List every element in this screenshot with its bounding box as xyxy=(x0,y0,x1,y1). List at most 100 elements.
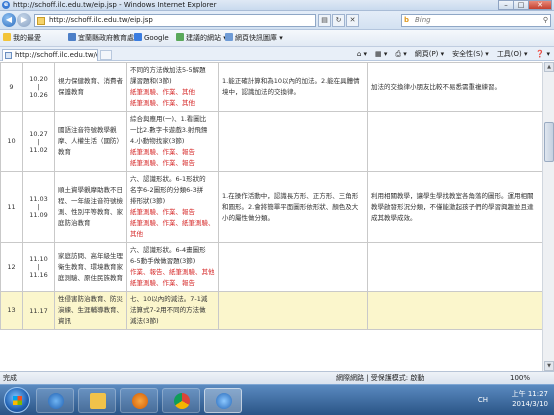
command-bar: ⌂ ▾ ▦ ▾ ⎙ ▾ 網頁(P) ▾ 安全性(S) ▾ 工具(O) ▾ ❓ ▾ xyxy=(357,49,550,59)
assessment-line: 紙筆測驗、作業、其他 xyxy=(130,88,195,96)
date-to: 11.09 xyxy=(29,211,48,219)
tab-page-icon xyxy=(5,52,12,59)
back-button[interactable]: ◀ xyxy=(2,13,16,27)
tab-row: http://schoff.ilc.edu.tw/eip.jsp ⌂ ▾ ▦ ▾… xyxy=(0,47,554,61)
row-method xyxy=(367,111,542,172)
vertical-scrollbar[interactable]: ▲ ▼ xyxy=(542,62,554,371)
web-slice-icon xyxy=(225,33,233,41)
row-topic: 國語注音符號教學觀摩、人權生活（國防）教育 xyxy=(54,111,127,172)
search-input[interactable]: b Bing ⚲ xyxy=(401,14,551,27)
row-method: 利用相關教學，讓學生學找教室各角落的圖形。運用相關教學啟發形況分類，不僅能激起孩… xyxy=(367,171,542,243)
favorites-button[interactable]: 我的最愛 xyxy=(3,33,41,43)
assessment-line: 作業、報告、紙筆測驗、其他 xyxy=(130,268,215,276)
url-input[interactable]: http://schoff.ilc.edu.tw/eip.jsp xyxy=(34,14,316,27)
row-content: 不同的方法做加法5-5解題 課習題和(3節) 紙筆測驗、作業、其他 紙筆測驗、作業、其… xyxy=(126,62,219,112)
taskbar-explorer[interactable] xyxy=(78,388,116,413)
title-bar: e http://schoff.ilc.edu.tw/eip.jsp - Win… xyxy=(0,0,554,11)
start-button[interactable] xyxy=(4,387,30,413)
row-content: 綜合與應用(一)、1.看圖比 一比2.數字卡遊戲3.射飛鏢 4.小動物找家(3節) 紙… xyxy=(126,111,219,172)
address-bar: ◀ ▶ http://schoff.ilc.edu.tw/eip.jsp ▤ ↻… xyxy=(0,11,554,30)
row-number: 10 xyxy=(0,111,23,172)
row-method xyxy=(367,242,542,292)
feeds-icon[interactable]: ▦ ▾ xyxy=(375,49,387,59)
google-icon xyxy=(134,33,142,41)
content-line: 不同的方法做加法5-5解題 xyxy=(130,66,206,74)
row-method: 加法的交換律小朋友比較不易悉需重複練習。 xyxy=(367,62,542,112)
row-number: 13 xyxy=(0,291,23,330)
row-content: 六、認識形狀。6-4畫圖形 6-5動手做做習題(3節) 作業、報告、紙筆測驗、其他紙… xyxy=(126,242,219,292)
row-goal: 1.在操作活動中，認識長方形、正方形、三角形和圓形。2.會將簡單平面圖形依形狀、… xyxy=(218,171,368,243)
safety-menu[interactable]: 安全性(S) ▾ xyxy=(452,49,489,59)
help-menu[interactable]: ❓ ▾ xyxy=(536,49,550,59)
favorite-link-ilc[interactable]: 宜蘭縣政府教育處 xyxy=(68,33,134,43)
tab-eip[interactable]: http://schoff.ilc.edu.tw/eip.jsp xyxy=(2,49,98,61)
page-menu[interactable]: 網頁(P) ▾ xyxy=(415,49,444,59)
row-date-range: 11.10 | 11.16 xyxy=(22,242,55,292)
window-title: http://schoff.ilc.edu.tw/eip.jsp - Windo… xyxy=(13,1,217,9)
date-separator: | xyxy=(37,203,40,211)
lang-indicator[interactable]: CH xyxy=(478,396,488,404)
forward-button[interactable]: ▶ xyxy=(17,13,31,27)
content-line: 4.小動物找家(3節) xyxy=(130,137,185,145)
scroll-up-icon[interactable]: ▲ xyxy=(544,62,554,72)
assessment-line: 紙筆測驗、作業、報告 xyxy=(130,159,195,167)
new-tab-button[interactable] xyxy=(100,50,112,60)
date-from: 11.10 xyxy=(29,255,48,263)
zoom-level[interactable]: 100% xyxy=(510,372,530,384)
ie-logo-icon: e xyxy=(2,1,10,9)
taskbar-ie-active[interactable] xyxy=(204,388,242,413)
assessment-line: 紙筆測驗、作業、報告 xyxy=(130,148,195,156)
taskbar-chrome[interactable] xyxy=(162,388,200,413)
date-from: 11.03 xyxy=(29,195,48,203)
page-content: 9 10.20 | 10.26 視力保健教育、消費者保護教育 不同的方法做加法5-5解題課… xyxy=(0,62,542,371)
compatibility-view-icon[interactable]: ▤ xyxy=(318,14,331,27)
tray-icons[interactable]: CH xyxy=(478,396,488,404)
scroll-down-icon[interactable]: ▼ xyxy=(544,361,554,371)
refresh-icon[interactable]: ↻ xyxy=(332,14,345,27)
row-topic: 順土資學觀摩助教不日程、一年級注音符號檢測、性別平等教育、家庭防治教育 xyxy=(54,171,127,243)
home-icon[interactable]: ⌂ ▾ xyxy=(357,49,367,59)
row-goal xyxy=(218,111,368,172)
table-row: 12 11.10 | 11.16 家庭訪問、高年級生理衛生教育、環境教育家庭測驗、原住民… xyxy=(0,242,542,292)
scroll-thumb[interactable] xyxy=(544,122,554,162)
windows-logo-icon xyxy=(13,396,22,405)
url-text: http://schoff.ilc.edu.tw/eip.jsp xyxy=(49,16,153,24)
site-icon xyxy=(68,33,76,41)
favorite-link-google[interactable]: Google xyxy=(134,33,169,43)
content-line: 名字6-2圖形的分類6-3拼 xyxy=(130,186,204,194)
print-icon[interactable]: ⎙ ▾ xyxy=(395,49,406,59)
row-goal: 1.能正確計算和為10以內的加法。2.能在具體情境中，認識加法的交換律。 xyxy=(218,62,368,112)
window-controls: – □ ✕ xyxy=(498,0,552,10)
date-separator: | xyxy=(37,137,40,146)
maximize-button[interactable]: □ xyxy=(513,0,529,10)
row-date-range: 10.27 | 11.02 xyxy=(22,111,55,172)
chrome-icon xyxy=(174,393,190,409)
assessment-line: 紙筆測驗、作業、報告 xyxy=(130,208,195,216)
taskbar-ie[interactable] xyxy=(36,388,74,413)
row-method xyxy=(367,291,542,330)
date-to: 11.16 xyxy=(29,271,48,279)
tools-menu[interactable]: 工具(O) ▾ xyxy=(497,49,528,59)
clock-date: 2014/3/10 xyxy=(512,400,548,408)
search-placeholder: Bing xyxy=(415,16,431,24)
clock-time: 上午 11:27 xyxy=(511,390,548,398)
content-line: 六、認識形狀。6-4畫圖形 xyxy=(130,246,206,254)
search-icon[interactable]: ⚲ xyxy=(543,15,548,26)
stop-icon[interactable]: ✕ xyxy=(346,14,359,27)
row-date-range: 11.03 | 11.09 xyxy=(22,171,55,243)
taskbar-media[interactable] xyxy=(120,388,158,413)
close-button[interactable]: ✕ xyxy=(528,0,552,10)
content-line: 法算式7-2用不同的方法做 xyxy=(130,306,206,314)
date-separator: | xyxy=(37,83,40,91)
clock[interactable]: 上午 11:27 2014/3/10 xyxy=(512,389,548,409)
suggested-sites-menu[interactable]: 建議的網站 ▾ xyxy=(176,33,227,43)
table-row: 10 10.27 | 11.02 國語注音符號教學觀摩、人權生活（國防）教育 綜合與應用(… xyxy=(0,111,542,172)
web-slice-gallery-menu[interactable]: 網頁快訊圖庫 ▾ xyxy=(225,33,283,43)
row-content: 七、10以內的減法。7-1減 法算式7-2用不同的方法做 減法(3節) xyxy=(126,291,219,330)
bing-icon: b xyxy=(404,16,410,24)
minimize-button[interactable]: – xyxy=(498,0,514,10)
security-zone[interactable]: 網際網路 | 受保護模式: 啟動 xyxy=(336,372,424,384)
content-line: 排形狀(3節) xyxy=(130,197,166,205)
row-content: 六、認識形狀。6-1形狀的 名字6-2圖形的分類6-3拼 排形狀(3節) 紙筆測驗、作… xyxy=(126,171,219,243)
page-icon xyxy=(37,17,45,25)
